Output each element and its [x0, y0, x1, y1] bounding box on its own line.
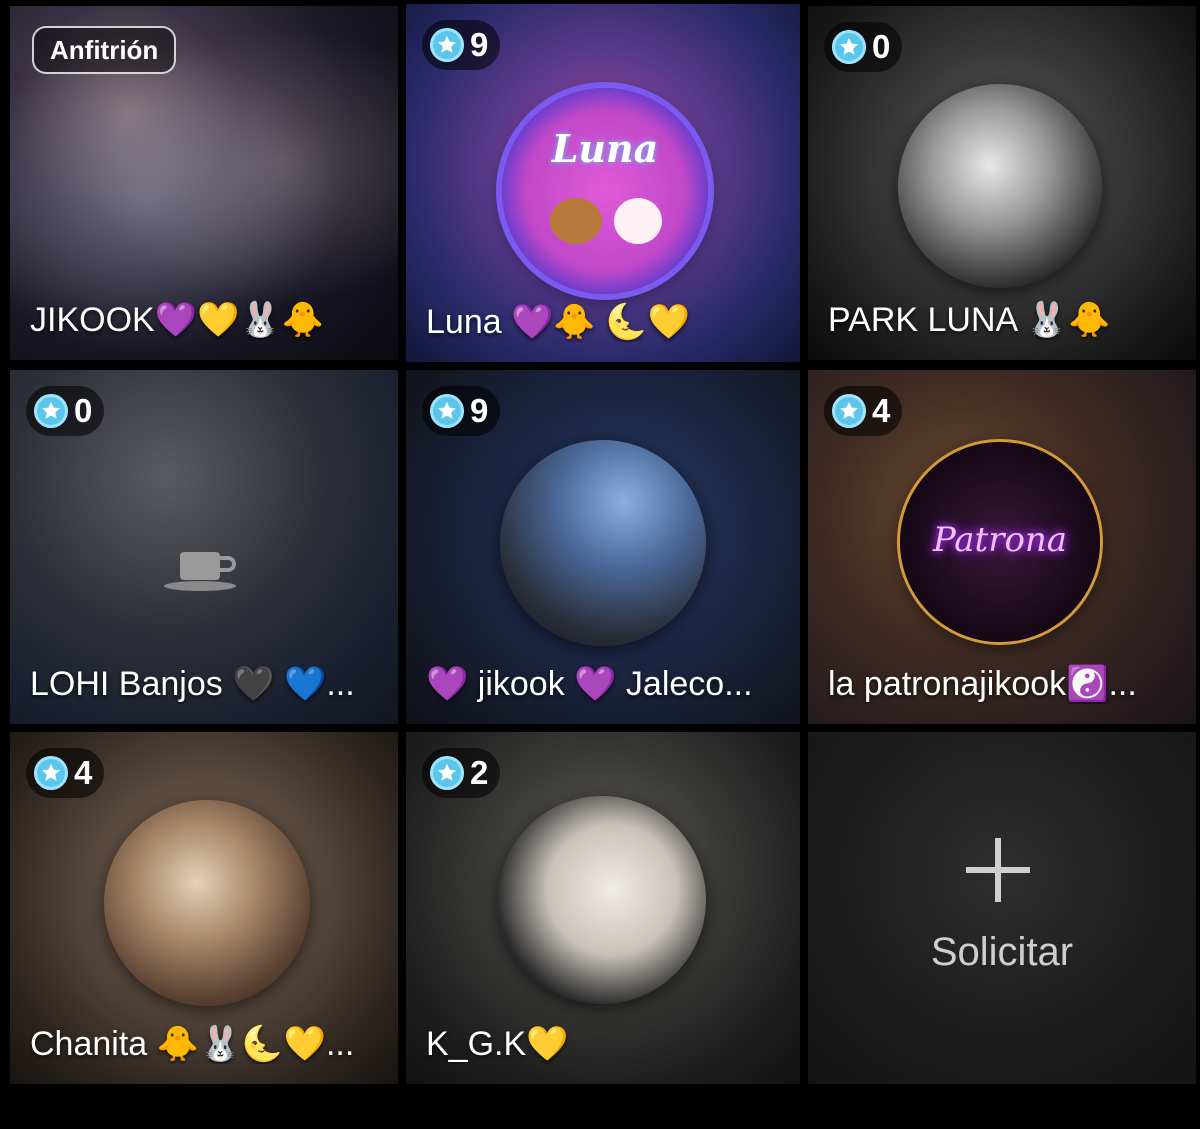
score-badge: 0: [26, 386, 105, 436]
seat-name: 💜 jikook 💜 Jaleco...: [426, 665, 753, 703]
seat-name: Chanita 🐥🐰🌜💛...: [30, 1025, 355, 1063]
score-badge: 4: [26, 748, 105, 798]
seat-name: JIKOOK💜💛🐰🐥: [30, 301, 325, 339]
score-value: 0: [74, 392, 93, 429]
seat-name: PARK LUNA 🐰🐥: [828, 301, 1111, 339]
score-value: 4: [872, 392, 891, 429]
star-badge-icon: [34, 394, 68, 428]
avatar: Patrona: [900, 442, 1100, 642]
score-value: 9: [470, 392, 489, 429]
score-value: 4: [74, 754, 93, 791]
avatar: [104, 800, 310, 1006]
seat-name: K_G.K💛: [426, 1025, 569, 1063]
star-badge-icon: [832, 394, 866, 428]
host-badge: Anfitrión: [32, 26, 177, 74]
score-value: 0: [872, 28, 891, 65]
avatar-logo-text: Luna: [551, 126, 659, 171]
bear-sticker: [550, 198, 602, 244]
score-value: 9: [470, 26, 489, 63]
star-badge-icon: [832, 30, 866, 64]
seat-tile-kgk[interactable]: 2 K_G.K💛: [406, 732, 800, 1084]
seat-tile-lohi-banjos[interactable]: 0 LOHI Banjos 🖤 💙...: [10, 370, 398, 724]
score-badge: 9: [422, 386, 501, 436]
request-seat-label: Solicitar: [930, 930, 1074, 974]
avatar: [500, 440, 706, 646]
score-badge: 4: [824, 386, 903, 436]
avatar: Luna: [502, 88, 708, 294]
coffee-cup-icon: [164, 552, 236, 591]
room-seat-grid: Anfitrión JIKOOK💜💛🐰🐥 9 Luna Luna 💜🐥 🌜💛 0: [0, 0, 1200, 1129]
bunny-sticker: [614, 198, 662, 244]
star-badge-icon: [430, 394, 464, 428]
score-value: 2: [470, 754, 489, 791]
plus-icon: [966, 838, 1030, 902]
seat-tile-jikook[interactable]: 9 💜 jikook 💜 Jaleco...: [406, 370, 800, 724]
star-badge-icon: [430, 756, 464, 790]
avatar: [498, 796, 706, 1004]
avatar: [898, 84, 1102, 288]
seat-tile-park-luna[interactable]: 0 PARK LUNA 🐰🐥: [808, 6, 1196, 360]
score-badge: 0: [824, 22, 903, 72]
seat-name: la patronajikook☯️...: [828, 665, 1137, 703]
seat-tile-chanita[interactable]: 4 Chanita 🐥🐰🌜💛...: [10, 732, 398, 1084]
seat-name: Luna 💜🐥 🌜💛: [426, 303, 690, 341]
seat-name: LOHI Banjos 🖤 💙...: [30, 665, 355, 703]
score-badge: 2: [422, 748, 501, 798]
request-seat-button[interactable]: [808, 732, 1196, 1084]
star-badge-icon: [430, 28, 464, 62]
seat-tile-luna[interactable]: 9 Luna Luna 💜🐥 🌜💛: [406, 4, 800, 362]
star-badge-icon: [34, 756, 68, 790]
seat-tile-patrona[interactable]: 4 Patrona la patronajikook☯️...: [808, 370, 1196, 724]
score-badge: 9: [422, 20, 501, 70]
avatar-logo-text: Patrona: [932, 520, 1068, 560]
seat-tile-host[interactable]: Anfitrión JIKOOK💜💛🐰🐥: [10, 6, 398, 360]
